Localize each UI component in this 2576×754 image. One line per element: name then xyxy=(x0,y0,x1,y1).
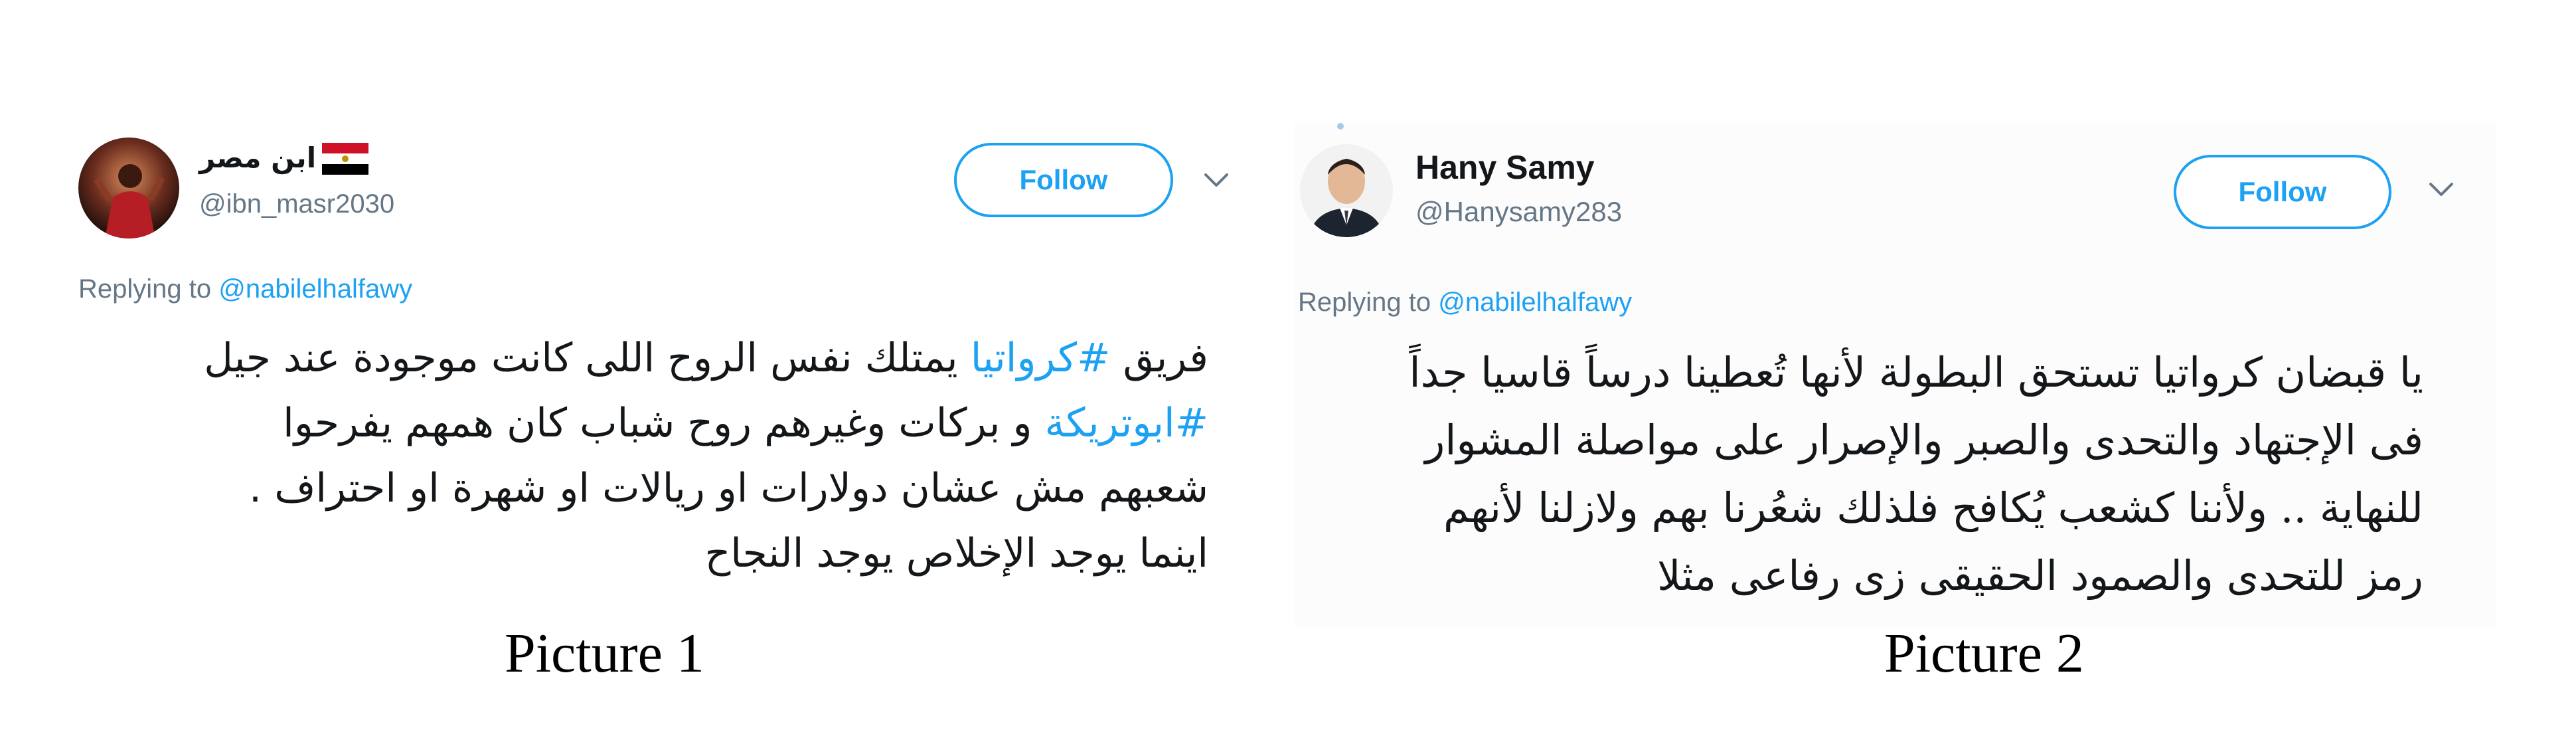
picture-caption: Picture 1 xyxy=(505,622,704,684)
tweet-line: فريق #كرواتيا يمتلك نفس الروح اللى كانت … xyxy=(113,326,1208,391)
tweet-line: فى الإجتهاد والتحدى والصبر والإصرار على … xyxy=(1425,416,2423,464)
hashtag-link[interactable]: #كرواتيا xyxy=(971,335,1111,381)
tweet-text: فريق #كرواتيا يمتلك نفس الروح اللى كانت … xyxy=(113,326,1208,586)
tweet-line: يا قبضان كرواتيا تستحق البطولة لأنها تُع… xyxy=(1409,348,2423,397)
display-name[interactable]: Hany Samy xyxy=(1415,148,1595,187)
tweet-card-2: Hany Samy @Hanysamy283 Follow Replying t… xyxy=(1295,123,2496,628)
user-handle[interactable]: @Hanysamy283 xyxy=(1415,196,1622,228)
follow-button[interactable]: Follow xyxy=(954,143,1173,217)
tweet-card-1: ابن مصر @ibn_masr2030 Follow Replying to… xyxy=(73,123,1261,601)
avatar[interactable] xyxy=(1300,144,1393,237)
user-handle[interactable]: @ibn_masr2030 xyxy=(199,189,394,219)
display-name[interactable]: ابن مصر xyxy=(199,141,316,174)
tweet-line: للنهاية .. ولأننا كشعب يُكافح فلذلك شعُر… xyxy=(1443,484,2423,532)
decorative-dot xyxy=(1337,123,1344,130)
tweet-text-segment: فريق xyxy=(1110,335,1208,381)
chevron-down-icon[interactable] xyxy=(1202,165,1231,195)
tweet-text: يا قبضان كرواتيا تستحق البطولة لأنها تُع… xyxy=(1308,339,2423,610)
follow-button[interactable]: Follow xyxy=(2174,155,2391,229)
replying-to-mention[interactable]: @nabilelhalfawy xyxy=(218,274,412,304)
replying-to-line: Replying to @nabilelhalfawy xyxy=(1298,288,1632,318)
tweet-line: #ابوتريكة و بركات وغيرهم روح شباب كان هم… xyxy=(113,391,1208,456)
egypt-flag-icon xyxy=(322,143,368,175)
picture-caption: Picture 2 xyxy=(1884,622,2084,684)
hashtag-link[interactable]: #ابوتريكة xyxy=(1045,400,1208,446)
tweet-line: رمز للتحدى والصمود الحقيقى زى رفاعى مثلا xyxy=(1657,551,2423,600)
tweet-line: اينما يوجد الإخلاص يوجد النجاح xyxy=(704,530,1208,577)
replying-to-label: Replying to xyxy=(1298,288,1431,317)
replying-to-label: Replying to xyxy=(78,274,212,304)
avatar[interactable] xyxy=(78,138,179,238)
tweet-text-segment: يمتلك نفس الروح اللى كانت موجودة عند جيل xyxy=(204,335,971,381)
replying-to-line: Replying to @nabilelhalfawy xyxy=(78,274,412,304)
chevron-down-icon[interactable] xyxy=(2427,175,2456,204)
replying-to-mention[interactable]: @nabilelhalfawy xyxy=(1438,288,1632,317)
tweet-line: شعبهم مش عشان دولارات او ريالات او شهرة … xyxy=(249,465,1208,512)
tweet-text-segment: و بركات وغيرهم روح شباب كان همهم يفرحوا xyxy=(283,400,1045,446)
